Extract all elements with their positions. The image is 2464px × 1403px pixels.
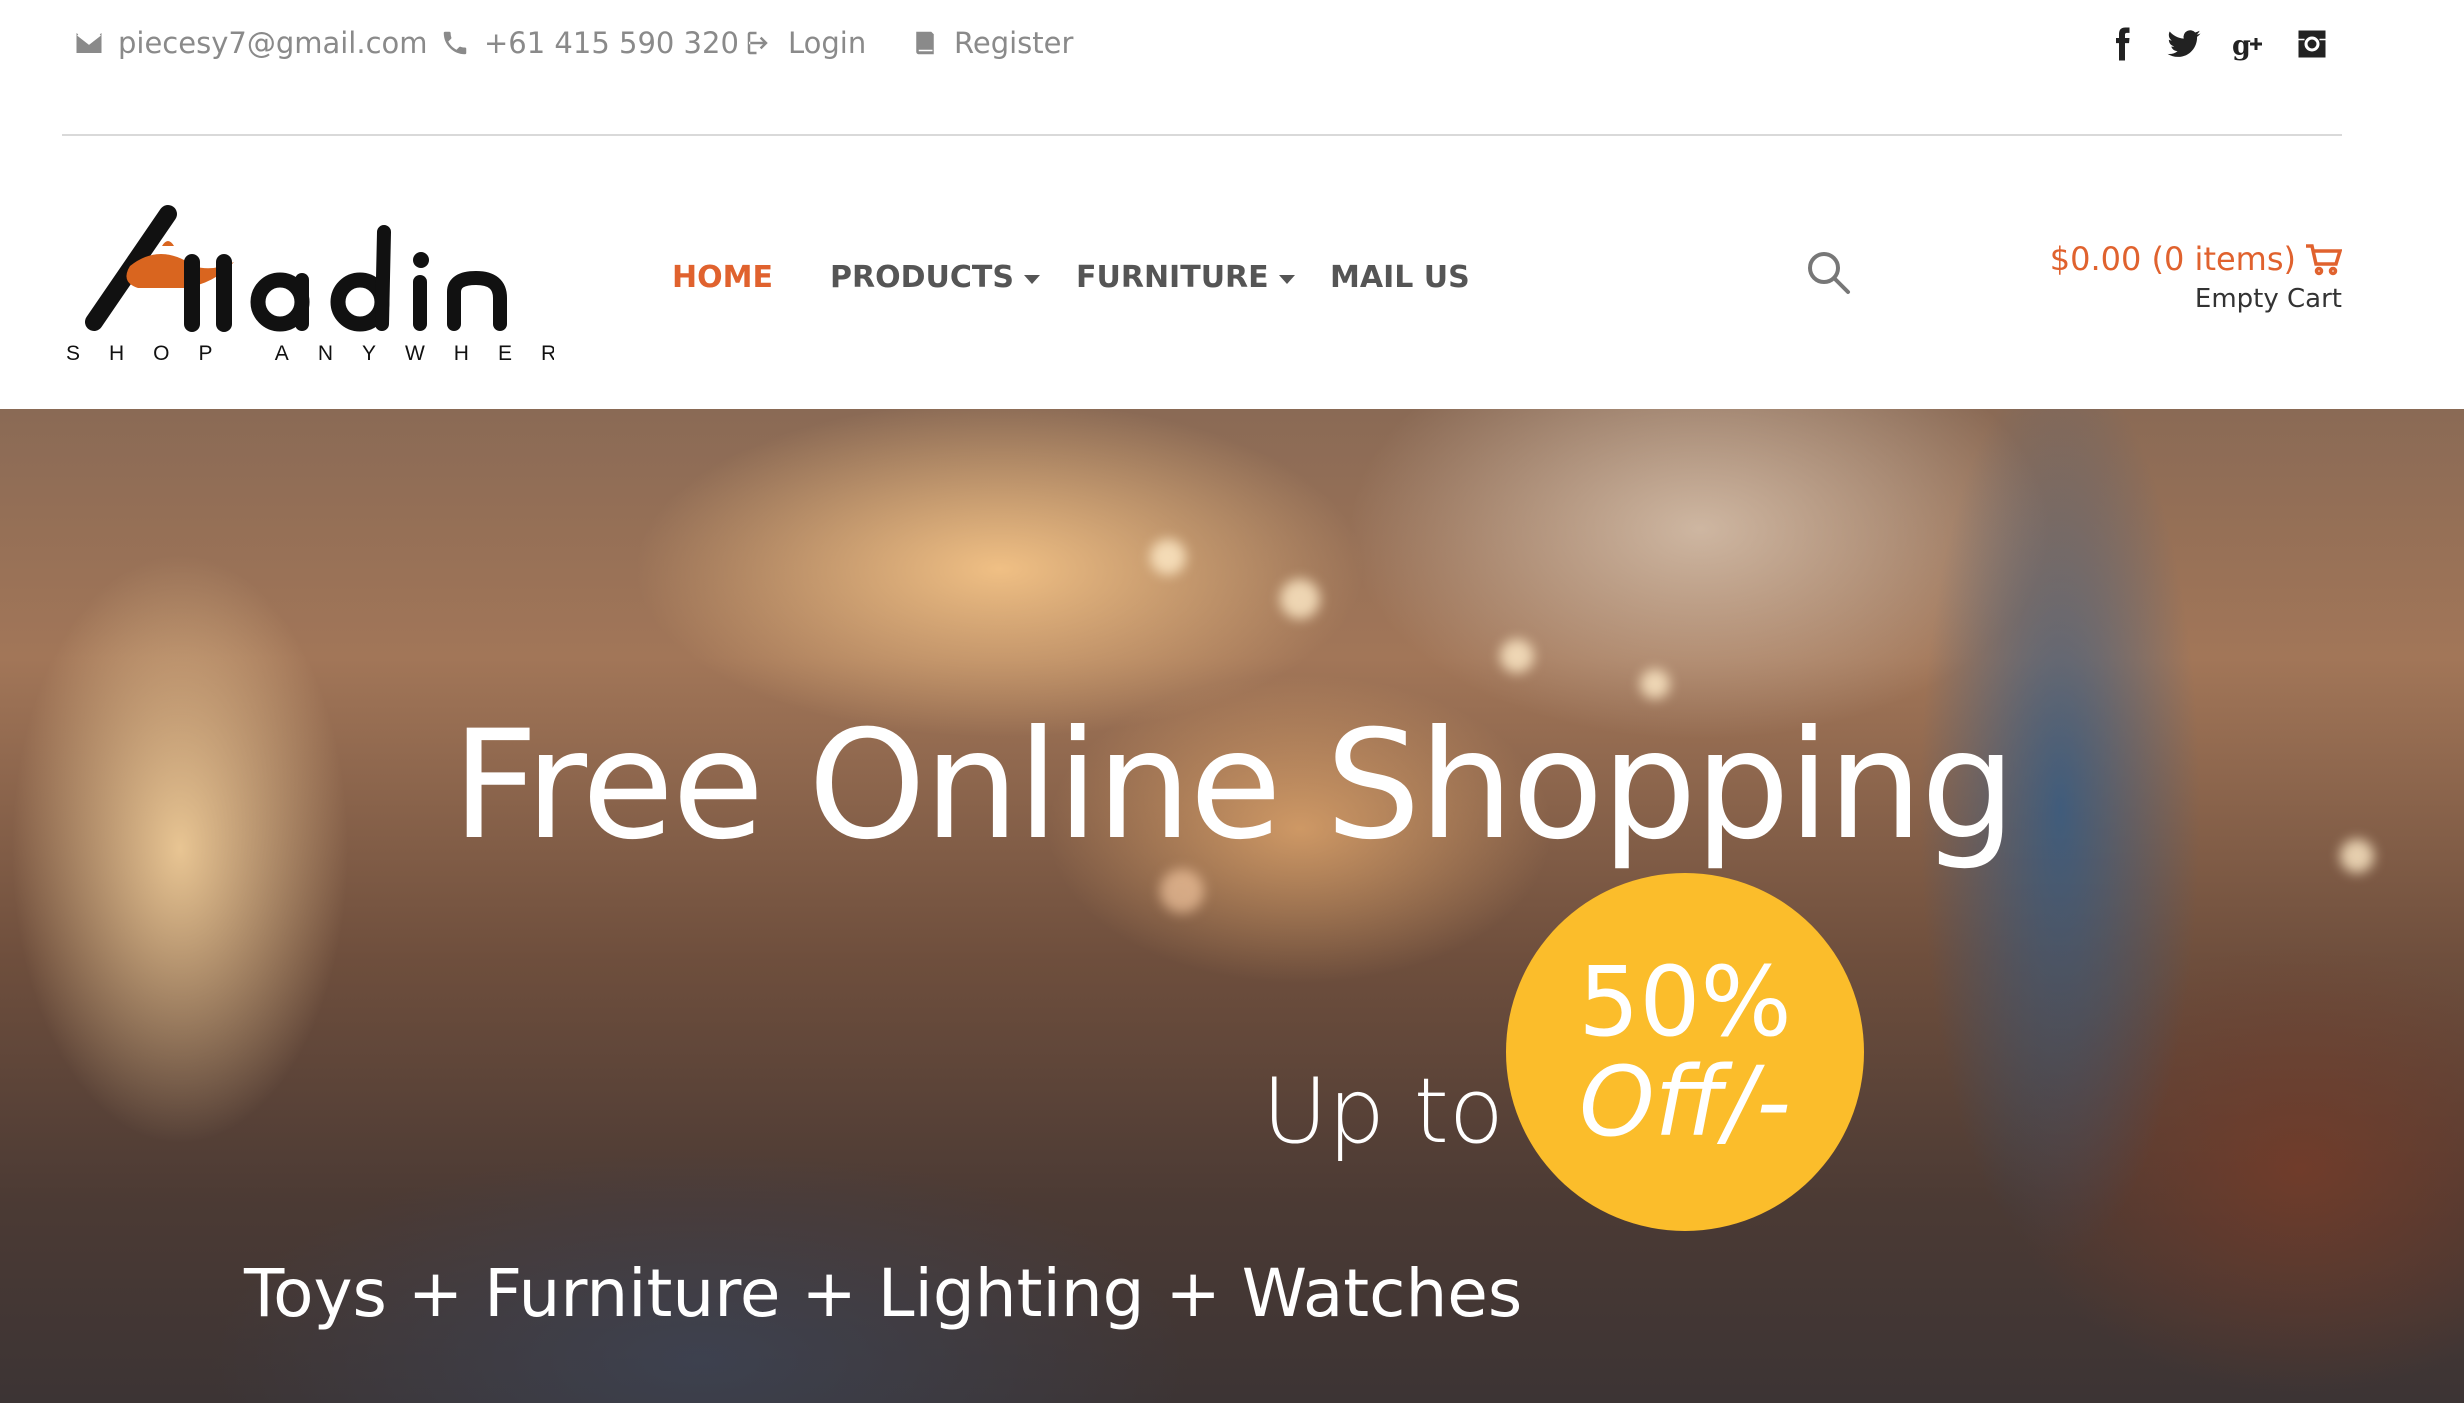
- top-bar: piecesy7@gmail.com +61 415 590 320 Login…: [0, 0, 2464, 136]
- instagram-icon[interactable]: [2292, 22, 2332, 66]
- nav-products-label[interactable]: PRODUCTS: [830, 260, 1014, 295]
- book-icon: [916, 31, 934, 55]
- search-button[interactable]: [1804, 248, 1852, 300]
- google-plus-icon[interactable]: g: [2230, 22, 2270, 66]
- envelope-icon: [76, 33, 102, 53]
- nav-mail-us[interactable]: MAIL US: [1330, 260, 1470, 295]
- hero-title: Free Online Shopping: [452, 699, 2016, 873]
- bokeh-light: [2340, 839, 2374, 873]
- hero-banner: Free Online Shopping Up to 50% Off/- Toy…: [0, 409, 2464, 1403]
- nav-home-label[interactable]: HOME: [672, 260, 773, 295]
- bokeh-light: [1280, 579, 1320, 619]
- twitter-icon[interactable]: [2164, 22, 2204, 66]
- sign-in-icon: [747, 31, 768, 55]
- chevron-down-icon: [1278, 275, 1295, 284]
- hero-upto: Up to: [1262, 1059, 1504, 1164]
- discount-off: Off/-: [1579, 1046, 1791, 1158]
- cart-status: Empty Cart: [2194, 284, 2342, 314]
- register-label[interactable]: Register: [954, 26, 1073, 60]
- logo-tagline: SHOP ANYWHERE: [66, 342, 554, 362]
- nav-furniture[interactable]: FURNITURE: [1076, 260, 1295, 295]
- chevron-down-icon: [1023, 275, 1040, 284]
- phone-contact[interactable]: +61 415 590 320: [440, 26, 739, 60]
- nav-products[interactable]: PRODUCTS: [830, 260, 1040, 295]
- discount-percent: 50%: [1578, 946, 1792, 1058]
- nav-mail-us-label[interactable]: MAIL US: [1330, 260, 1470, 295]
- nav-home[interactable]: HOME: [672, 260, 773, 295]
- email-text[interactable]: piecesy7@gmail.com: [118, 26, 428, 60]
- hero-categories: Toys + Furniture + Lighting + Watches: [244, 1255, 1523, 1332]
- phone-icon: [443, 31, 467, 55]
- bokeh-light: [1150, 539, 1186, 575]
- bokeh-light: [1640, 669, 1670, 699]
- site-header: SHOP ANYWHERE HOME PRODUCTS FURNITURE MA…: [0, 136, 2464, 409]
- register-link[interactable]: Register: [910, 26, 1073, 60]
- discount-badge: 50% Off/-: [1506, 873, 1864, 1231]
- cart-icon: [2306, 244, 2342, 276]
- alladin-logo-icon: SHOP ANYWHERE: [66, 205, 599, 365]
- nav-furniture-label[interactable]: FURNITURE: [1076, 260, 1269, 295]
- bokeh-light: [1160, 869, 1204, 913]
- cart-total-text[interactable]: $0.00 (0 items): [2050, 240, 2296, 278]
- cart-total[interactable]: $0.00 (0 items): [2050, 240, 2342, 278]
- cart-summary[interactable]: $0.00 (0 items) Empty Cart: [2050, 240, 2342, 314]
- search-icon: [1808, 252, 1850, 294]
- svg-text:g: g: [2232, 31, 2251, 62]
- bokeh-light: [1500, 639, 1534, 673]
- site-logo[interactable]: SHOP ANYWHERE: [64, 202, 599, 365]
- email-contact[interactable]: piecesy7@gmail.com: [74, 26, 428, 60]
- phone-text[interactable]: +61 415 590 320: [484, 26, 739, 60]
- login-link[interactable]: Login: [744, 26, 866, 60]
- facebook-icon[interactable]: [2102, 22, 2142, 66]
- login-label[interactable]: Login: [788, 26, 866, 60]
